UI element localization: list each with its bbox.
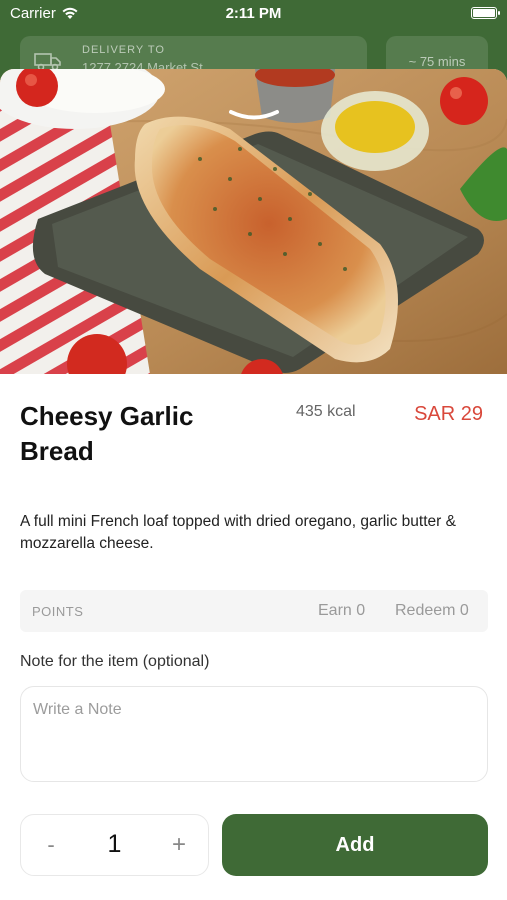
clock: 2:11 PM	[225, 5, 282, 22]
eta-label: ~ 75 mins	[408, 54, 466, 69]
redeem-points-button[interactable]: Redeem 0	[395, 602, 469, 620]
add-to-cart-button[interactable]: Add	[222, 814, 488, 876]
note-input[interactable]	[20, 686, 488, 782]
earn-points-button[interactable]: Earn 0	[318, 602, 365, 620]
quantity-value: 1	[107, 830, 122, 858]
delivery-label: DELIVERY TO	[82, 44, 165, 56]
decrease-quantity-button[interactable]: -	[33, 827, 69, 863]
points-label: POINTS	[32, 604, 84, 619]
increase-quantity-button[interactable]: +	[161, 827, 197, 863]
note-label: Note for the item (optional)	[20, 653, 210, 670]
item-calories: 435 kcal	[296, 403, 356, 420]
item-detail-sheet: Cheesy Garlic Bread 435 kcal SAR 29 A fu…	[0, 69, 507, 900]
item-price: SAR 29	[414, 403, 483, 425]
quantity-stepper: - 1 +	[20, 814, 209, 876]
dismiss-chevron-icon[interactable]	[228, 109, 280, 123]
item-name: Cheesy Garlic Bread	[20, 401, 194, 466]
battery-icon	[471, 7, 500, 19]
status-bar: Carrier 2:11 PM	[0, 0, 507, 28]
item-description: A full mini French loaf topped with drie…	[20, 513, 456, 552]
points-bar: POINTS Earn 0 Redeem 0	[20, 590, 488, 632]
